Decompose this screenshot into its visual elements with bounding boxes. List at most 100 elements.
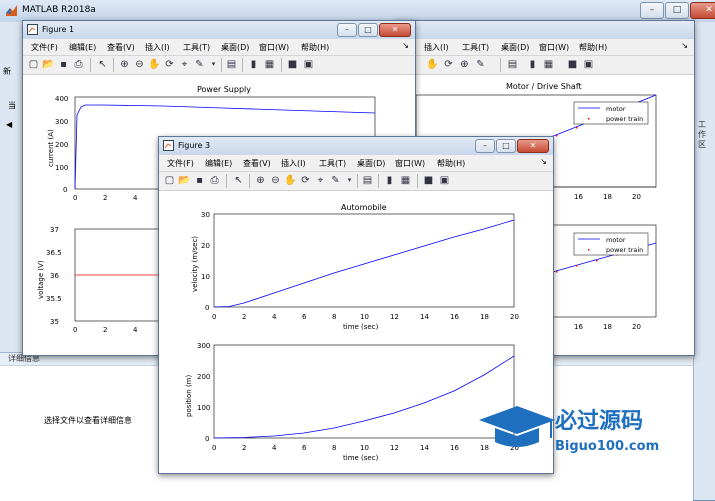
- rotate-icon[interactable]: ⟳: [163, 58, 176, 71]
- fig3-bottom-xtick: 4: [272, 444, 277, 452]
- legend-icon[interactable]: ▦: [399, 174, 412, 187]
- brush-dropdown-icon[interactable]: ▾: [207, 58, 220, 71]
- menu-edit[interactable]: 编辑(E): [205, 158, 232, 169]
- menu-insert[interactable]: 插入(I): [281, 158, 306, 169]
- data-cursor-icon[interactable]: ⊕: [458, 58, 471, 71]
- fig3-top-xtick: 14: [420, 313, 429, 321]
- new-icon[interactable]: ▢: [27, 58, 40, 71]
- brush-icon[interactable]: ✎: [474, 58, 487, 71]
- pan-icon[interactable]: ✋: [426, 58, 439, 71]
- zoom-out-icon[interactable]: ⊖: [269, 174, 282, 187]
- zoom-in-icon[interactable]: ⊕: [118, 58, 131, 71]
- fig1-top-ytick: 100: [55, 164, 68, 172]
- legend-icon[interactable]: ▦: [263, 58, 276, 71]
- back-arrow-icon[interactable]: ◀: [6, 120, 12, 129]
- menu-view[interactable]: 查看(V): [243, 158, 271, 169]
- menu-view[interactable]: 查看(V): [107, 42, 135, 53]
- save-icon[interactable]: ▪: [57, 58, 70, 71]
- rotate-icon[interactable]: ⟳: [299, 174, 312, 187]
- minimize-button[interactable]: –: [337, 23, 357, 37]
- minimize-button[interactable]: –: [475, 139, 495, 153]
- menu-help[interactable]: 帮助(H): [579, 42, 607, 53]
- fig3-bottom-xtick: 8: [332, 444, 336, 452]
- menu-file[interactable]: 文件(F): [167, 158, 194, 169]
- menu-insert[interactable]: 插入(I): [424, 42, 449, 53]
- menu-tools[interactable]: 工具(T): [462, 42, 489, 53]
- fig1-top-ytick: 300: [55, 118, 68, 126]
- print-icon[interactable]: ⎙: [72, 58, 85, 71]
- workspace-label[interactable]: 工作区: [698, 120, 712, 150]
- fig2-bottom-xtick: 20: [632, 323, 641, 331]
- maximize-button[interactable]: □: [665, 2, 689, 19]
- menu-insert[interactable]: 插入(I): [145, 42, 170, 53]
- menu-desktop[interactable]: 桌面(D): [357, 158, 385, 169]
- open-icon[interactable]: 📂: [178, 174, 191, 187]
- left-strip-label-new[interactable]: 新: [3, 66, 11, 77]
- minimize-button[interactable]: –: [640, 2, 664, 19]
- menu-help[interactable]: 帮助(H): [301, 42, 329, 53]
- brush-icon[interactable]: ✎: [329, 174, 342, 187]
- app-title: MATLAB R2018a: [22, 5, 96, 15]
- hide-tools-icon[interactable]: ■: [422, 174, 435, 187]
- menu-window[interactable]: 窗口(W): [395, 158, 425, 169]
- menu-window[interactable]: 窗口(W): [259, 42, 289, 53]
- menu-tools[interactable]: 工具(T): [319, 158, 346, 169]
- close-button[interactable]: ✕: [379, 23, 411, 37]
- save-icon[interactable]: ▪: [193, 174, 206, 187]
- fig1-bottom-ytick: 35: [50, 318, 59, 326]
- menu-dock-icon[interactable]: ↘: [402, 41, 409, 50]
- pan-icon[interactable]: ✋: [148, 58, 161, 71]
- pointer-icon[interactable]: ↖: [232, 174, 245, 187]
- zoom-in-icon[interactable]: ⊕: [254, 174, 267, 187]
- data-cursor-icon[interactable]: ⌖: [314, 174, 327, 187]
- maximize-button[interactable]: □: [496, 139, 516, 153]
- menu-desktop[interactable]: 桌面(D): [501, 42, 529, 53]
- pan-icon[interactable]: ✋: [284, 174, 297, 187]
- link-icon[interactable]: ▤: [225, 58, 238, 71]
- fig3-top-ylabel: velocity (m/sec): [191, 236, 199, 292]
- menu-dock-icon[interactable]: ↘: [681, 41, 688, 50]
- legend-icon[interactable]: ▦: [542, 58, 555, 71]
- fig2-top-legend: motor power train: [573, 101, 649, 125]
- maximize-button[interactable]: □: [358, 23, 378, 37]
- fig3-top-xticks: 0 2 4 6 8 10 12 14 16 18 20: [212, 313, 519, 321]
- menu-desktop[interactable]: 桌面(D): [221, 42, 249, 53]
- hide-tools-icon[interactable]: ■: [286, 58, 299, 71]
- fig3-position-line: [213, 355, 515, 439]
- show-tools-icon[interactable]: ▣: [582, 58, 595, 71]
- open-icon[interactable]: 📂: [42, 58, 55, 71]
- workspace-strip[interactable]: 工作区: [693, 22, 715, 500]
- menu-dock-icon[interactable]: ↘: [540, 157, 547, 166]
- colorbar-icon[interactable]: ▮: [383, 174, 396, 187]
- close-button[interactable]: ✕: [517, 139, 549, 153]
- brush-dropdown-icon[interactable]: ▾: [343, 174, 356, 187]
- menu-window[interactable]: 窗口(W): [539, 42, 569, 53]
- fig3-top-ytick: 0: [205, 304, 209, 312]
- watermark: 必过源码 Biguo100.com: [477, 398, 677, 458]
- fig1-bottom-ytick: 35.5: [46, 295, 62, 303]
- print-icon[interactable]: ⎙: [208, 174, 221, 187]
- fig2-bottom-xtick: 16: [574, 323, 583, 331]
- link-icon[interactable]: ▤: [361, 174, 374, 187]
- menu-edit[interactable]: 编辑(E): [69, 42, 96, 53]
- fig1-bottom-ylabel: voltage (V): [37, 260, 45, 299]
- menu-file[interactable]: 文件(F): [31, 42, 58, 53]
- new-icon[interactable]: ▢: [163, 174, 176, 187]
- fig1-bottom-ytick: 37: [50, 226, 59, 234]
- show-tools-icon[interactable]: ▣: [302, 58, 315, 71]
- close-button[interactable]: ✕: [690, 2, 715, 19]
- fig3-bottom-xtick: 12: [390, 444, 399, 452]
- show-tools-icon[interactable]: ▣: [438, 174, 451, 187]
- menu-help[interactable]: 帮助(H): [437, 158, 465, 169]
- fig3-bottom-xtick: 10: [360, 444, 369, 452]
- pointer-icon[interactable]: ↖: [96, 58, 109, 71]
- hide-tools-icon[interactable]: ■: [566, 58, 579, 71]
- brush-icon[interactable]: ✎: [193, 58, 206, 71]
- rotate-icon[interactable]: ⟳: [442, 58, 455, 71]
- colorbar-icon[interactable]: ▮: [526, 58, 539, 71]
- link-icon[interactable]: ▤: [506, 58, 519, 71]
- menu-tools[interactable]: 工具(T): [183, 42, 210, 53]
- data-cursor-icon[interactable]: ⌖: [178, 58, 191, 71]
- colorbar-icon[interactable]: ▮: [247, 58, 260, 71]
- zoom-out-icon[interactable]: ⊖: [133, 58, 146, 71]
